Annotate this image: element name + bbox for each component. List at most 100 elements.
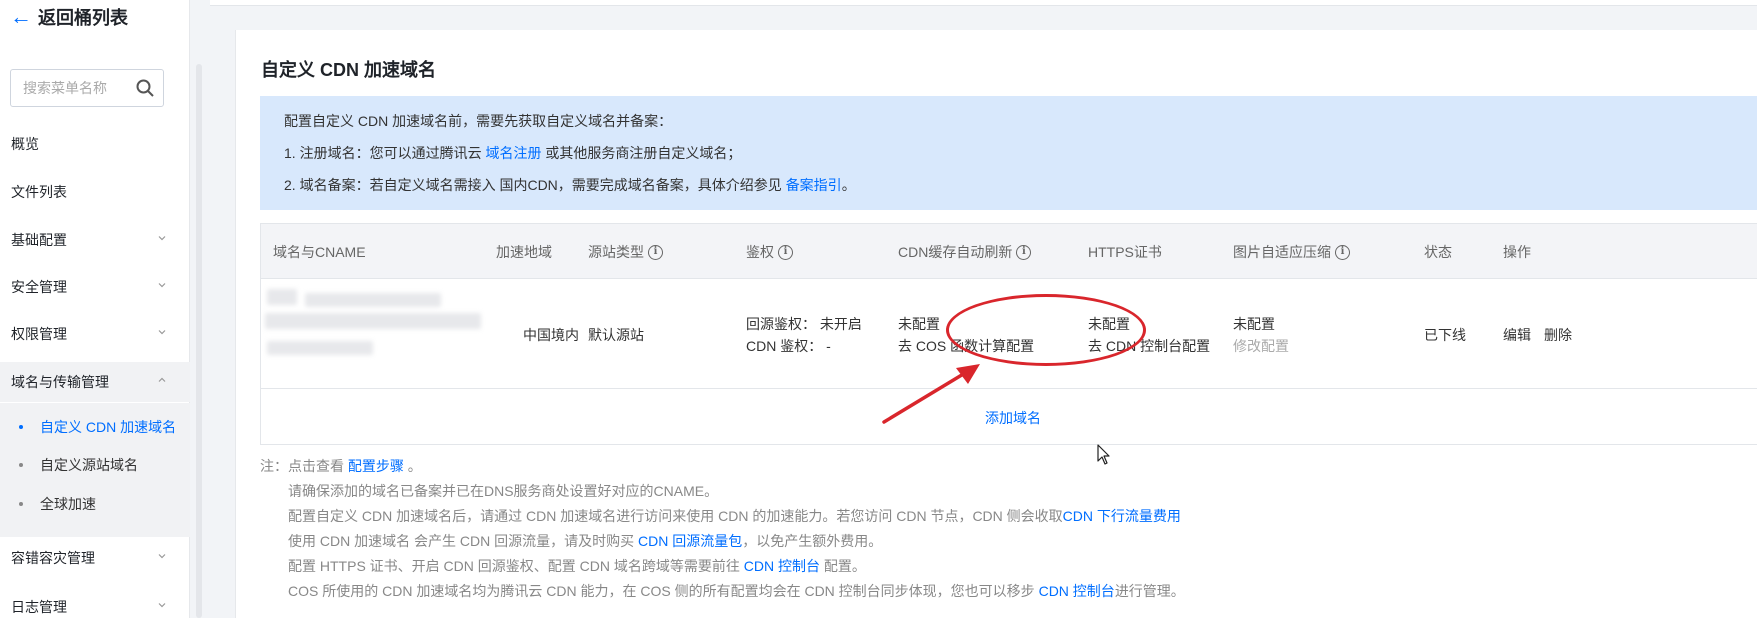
- cdn-console-link[interactable]: CDN 控制台: [744, 558, 820, 574]
- chevron-down-icon: [158, 330, 166, 335]
- sidebar: ← 返回桶列表 概览 文件列表 基础配置 安全管理 权限管理 域名与传输管理 自…: [0, 0, 190, 618]
- note-text: 注：点击查看: [260, 458, 348, 474]
- icp-guide-link[interactable]: 备案指引: [786, 177, 842, 193]
- back-label: 返回桶列表: [38, 8, 128, 28]
- sidebar-subitem-custom-cdn-domain[interactable]: 自定义 CDN 加速域名: [0, 409, 190, 445]
- mouse-cursor-icon: [1097, 444, 1110, 465]
- notice-line-3: 2. 域名备案：若自定义域名需接入 国内CDN，需要完成域名备案，具体介绍参见 …: [284, 175, 856, 195]
- cos-function-config-link[interactable]: 去 COS 函数计算配置: [898, 336, 1034, 356]
- cell-https-status: 未配置: [1088, 316, 1130, 332]
- note-text: 使用 CDN 加速域名 会产生 CDN 回源流量，请及时购买: [288, 533, 638, 549]
- chevron-down-icon: [158, 554, 166, 559]
- chevron-up-icon: [158, 377, 166, 382]
- add-domain-button[interactable]: 添加域名: [985, 408, 1041, 428]
- back-to-bucket-list-button[interactable]: ← 返回桶列表: [10, 4, 128, 30]
- sidebar-item-disaster-recovery[interactable]: 容错容灾管理: [0, 538, 190, 578]
- col-label: 加速地域: [496, 244, 552, 260]
- domain-table: 域名与CNAME 加速地域 源站类型 i 鉴权 i CDN缓存自动刷新 i HTTPS…: [260, 223, 1757, 445]
- col-label: CDN缓存自动刷新: [898, 244, 1013, 260]
- notice-text: 。: [841, 177, 856, 193]
- sidebar-item-file-list[interactable]: 文件列表: [0, 172, 190, 212]
- cell-refresh-status: 未配置: [898, 316, 940, 332]
- sidebar-subitem-label: 自定义 CDN 加速域名: [40, 419, 177, 435]
- col-ops: 操作: [1503, 242, 1531, 262]
- submenu-domain-transfer: 自定义 CDN 加速域名 自定义源站域名 全球加速: [0, 403, 190, 537]
- redacted-cname: [267, 341, 373, 355]
- col-origin: 源站类型 i: [588, 242, 663, 262]
- col-label: 操作: [1503, 244, 1531, 260]
- cdn-console-config-link[interactable]: 去 CDN 控制台配置: [1088, 336, 1210, 356]
- note-text: 。: [403, 458, 422, 474]
- cdn-console-link-2[interactable]: CDN 控制台: [1039, 583, 1115, 599]
- sidebar-item-overview[interactable]: 概览: [0, 124, 190, 164]
- add-row: 添加域名: [261, 389, 1757, 445]
- sidebar-subitem-global-acceleration[interactable]: 全球加速: [0, 486, 190, 522]
- notice-line-1: 配置自定义 CDN 加速域名前，需要先获取自定义域名并备案：: [284, 113, 673, 129]
- sidebar-subitem-label: 全球加速: [40, 496, 96, 512]
- redacted-domain: [305, 293, 441, 307]
- col-label: 图片自适应压缩: [1233, 244, 1331, 260]
- cell-image-status: 未配置: [1233, 316, 1275, 332]
- info-icon[interactable]: i: [778, 244, 793, 260]
- cell-region: 中国境内: [523, 327, 579, 343]
- note-line: 配置自定义 CDN 加速域名后，请通过 CDN 加速域名进行访问来使用 CDN …: [288, 506, 1181, 526]
- col-label: HTTPS证书: [1088, 244, 1162, 260]
- cdn-origin-package-link[interactable]: CDN 回源流量包: [638, 533, 742, 549]
- table-row: 中国境内 默认源站 回源鉴权： 未开启 CDN 鉴权： - 未配置 去 COS …: [261, 279, 1757, 389]
- sidebar-item-security[interactable]: 安全管理: [0, 267, 190, 307]
- sidebar-item-label: 容错容灾管理: [11, 550, 95, 566]
- info-icon[interactable]: i: [1016, 244, 1032, 260]
- search-icon[interactable]: [136, 79, 154, 97]
- sidebar-subitem-custom-origin-domain[interactable]: 自定义源站域名: [0, 447, 190, 483]
- chevron-down-icon: [158, 283, 166, 288]
- menu-search: [10, 69, 164, 107]
- col-status: 状态: [1424, 242, 1452, 262]
- note-text: 配置。: [820, 558, 866, 574]
- notice-text: 或其他服务商注册自定义域名；: [541, 145, 742, 161]
- sidebar-item-logs[interactable]: 日志管理: [0, 587, 190, 618]
- note-line: 请确保添加的域名已备案并已在DNS服务商处设置好对应的CNAME。: [288, 483, 719, 499]
- note-line: 配置 HTTPS 证书、开启 CDN 回源鉴权、配置 CDN 域名跨域等需要前往…: [288, 556, 866, 576]
- notice-line-2: 1. 注册域名：您可以通过腾讯云 域名注册 或其他服务商注册自定义域名；: [284, 143, 741, 163]
- sidebar-item-label: 域名与传输管理: [11, 374, 109, 390]
- col-label: 源站类型: [588, 244, 644, 260]
- sidebar-item-label: 概览: [11, 136, 39, 152]
- col-refresh: CDN缓存自动刷新 i: [898, 242, 1032, 262]
- sidebar-item-label: 文件列表: [11, 184, 67, 200]
- sidebar-item-label: 日志管理: [11, 599, 67, 615]
- sidebar-item-basic-config[interactable]: 基础配置: [0, 220, 190, 260]
- modify-config-link-disabled: 修改配置: [1233, 338, 1289, 354]
- col-https: HTTPS证书: [1088, 242, 1162, 262]
- top-strip: [210, 0, 1757, 6]
- sidebar-item-label: 安全管理: [11, 279, 67, 295]
- info-icon[interactable]: i: [648, 244, 663, 260]
- col-region: 加速地域: [496, 242, 552, 262]
- cell-auth-cdn: CDN 鉴权： -: [746, 338, 831, 354]
- redacted-domain: [267, 289, 297, 305]
- sidebar-subitem-label: 自定义源站域名: [40, 457, 138, 473]
- note-line: COS 所使用的 CDN 加速域名均为腾讯云 CDN 能力，在 COS 侧的所有…: [288, 581, 1185, 601]
- sidebar-scrollbar[interactable]: [196, 64, 202, 618]
- delete-button[interactable]: 删除: [1544, 325, 1572, 345]
- note-text: 配置 HTTPS 证书、开启 CDN 回源鉴权、配置 CDN 域名跨域等需要前往: [288, 558, 744, 574]
- domain-register-link[interactable]: 域名注册: [485, 145, 541, 161]
- note-text: ，以免产生额外费用。: [742, 533, 883, 549]
- notice-banner: 配置自定义 CDN 加速域名前，需要先获取自定义域名并备案： 1. 注册域名：您…: [260, 96, 1757, 210]
- sidebar-item-domain-transfer[interactable]: 域名与传输管理: [0, 362, 190, 402]
- note-line: 使用 CDN 加速域名 会产生 CDN 回源流量，请及时购买 CDN 回源流量包…: [288, 531, 882, 551]
- edit-button[interactable]: 编辑: [1503, 325, 1531, 345]
- info-icon[interactable]: i: [1335, 244, 1350, 260]
- status-badge: 已下线: [1424, 327, 1466, 343]
- col-label: 鉴权: [746, 244, 774, 260]
- note-text: 进行管理。: [1114, 583, 1185, 599]
- notice-text: 1. 注册域名：您可以通过腾讯云: [284, 145, 486, 161]
- redacted-cname: [265, 313, 481, 329]
- col-image: 图片自适应压缩 i: [1233, 242, 1350, 262]
- config-steps-link[interactable]: 配置步骤: [348, 458, 404, 474]
- sidebar-item-label: 权限管理: [11, 326, 67, 342]
- cell-auth-origin: 回源鉴权： 未开启: [746, 316, 862, 332]
- cdn-downstream-fee-link[interactable]: CDN 下行流量费用: [1063, 508, 1181, 524]
- col-label: 域名与CNAME: [273, 244, 366, 260]
- sidebar-item-permissions[interactable]: 权限管理: [0, 314, 190, 354]
- menu-search-input[interactable]: [23, 80, 133, 96]
